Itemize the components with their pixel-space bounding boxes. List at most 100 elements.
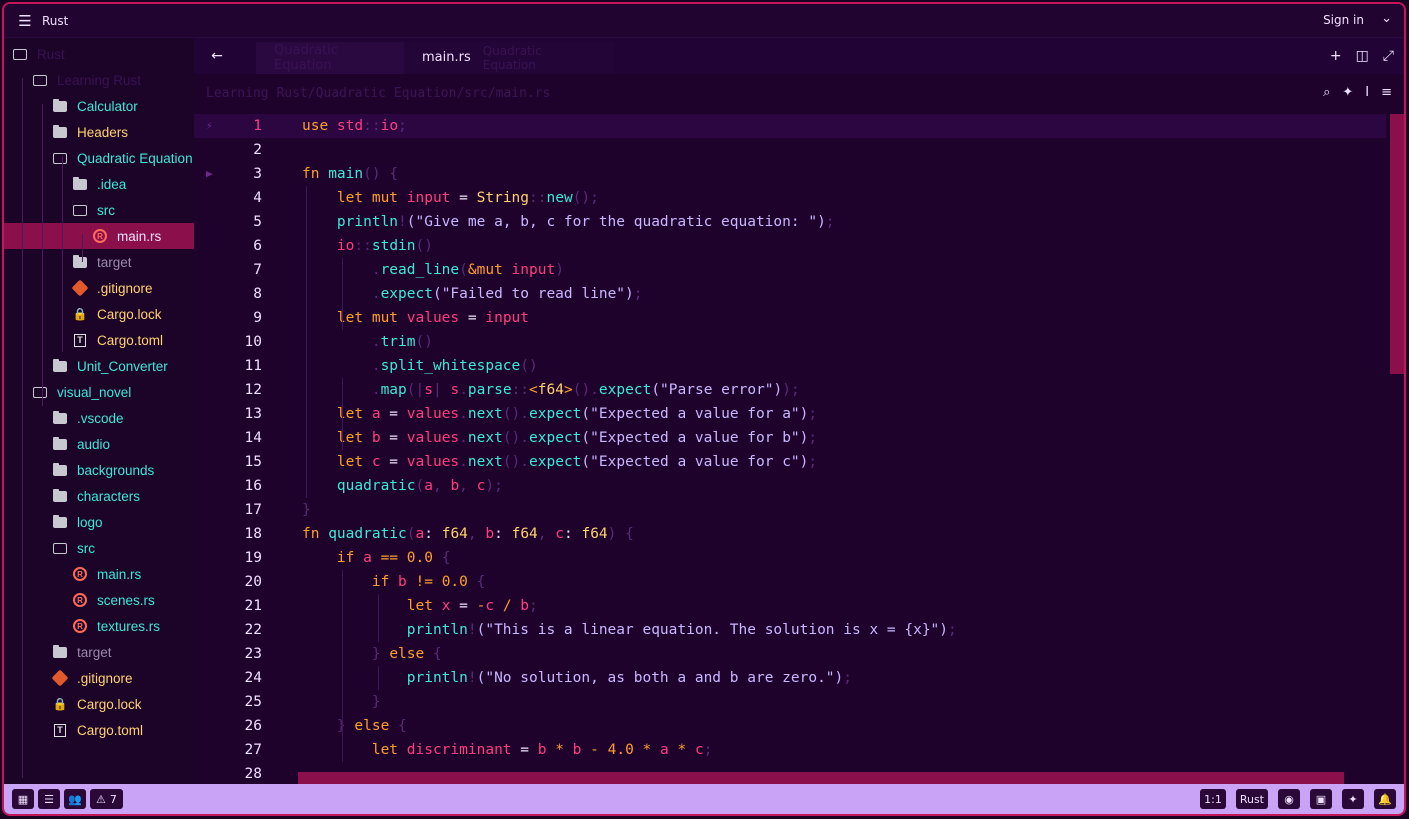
- code-line[interactable]: 3 ▶ fn main() {: [194, 162, 1386, 186]
- folder-icon: [53, 462, 67, 477]
- code-line[interactable]: 1 ⚡ use std::io;: [194, 114, 1386, 138]
- code-line[interactable]: 22 println!("This is a linear equation. …: [194, 618, 1386, 642]
- tree-item[interactable]: target: [4, 639, 194, 665]
- tree-item-label: textures.rs: [97, 618, 161, 634]
- code-line[interactable]: 19 if a == 0.0 {: [194, 546, 1386, 570]
- code-line[interactable]: 8 .expect("Failed to read line");: [194, 282, 1386, 306]
- tab-active[interactable]: main.rs Quadratic Equation: [404, 42, 614, 74]
- code-line[interactable]: 23 } else {: [194, 642, 1386, 666]
- tree-item[interactable]: src: [4, 535, 194, 561]
- notification-bell-icon[interactable]: 🔔: [1374, 789, 1396, 809]
- tree-item-label: main.rs: [97, 566, 142, 582]
- settings-sliders-icon[interactable]: ≡: [1381, 85, 1392, 100]
- collab-icon[interactable]: 👥: [64, 789, 86, 809]
- lightning-icon[interactable]: ⚡: [206, 114, 213, 138]
- tree-item[interactable]: Calculator: [4, 93, 194, 119]
- breadcrumb[interactable]: Learning Rust/Quadratic Equation/src/mai…: [206, 86, 550, 101]
- tree-item[interactable]: T Cargo.toml: [4, 717, 194, 743]
- maximize-icon[interactable]: ⤢: [1383, 48, 1394, 64]
- code-line[interactable]: 25 }: [194, 690, 1386, 714]
- vertical-scrollbar[interactable]: [1390, 114, 1404, 374]
- tree-item[interactable]: Unit_Converter: [4, 353, 194, 379]
- code-text: quadratic(a, b, c);: [302, 474, 503, 498]
- split-pane-icon[interactable]: ◫: [1356, 48, 1369, 64]
- code-line[interactable]: 17}: [194, 498, 1386, 522]
- tree-item[interactable]: .gitignore: [4, 275, 194, 301]
- tree-item[interactable]: Rmain.rs: [4, 223, 194, 249]
- code-line[interactable]: 20 if b != 0.0 {: [194, 570, 1386, 594]
- chevron-down-icon[interactable]: ⌄: [1381, 11, 1392, 26]
- workspace-icon[interactable]: ▦: [12, 789, 34, 809]
- tree-item[interactable]: characters: [4, 483, 194, 509]
- folder-icon: [53, 488, 67, 503]
- tree-item[interactable]: Rmain.rs: [4, 561, 194, 587]
- tab-inactive[interactable]: Quadratic Equation: [256, 42, 404, 74]
- tree-item[interactable]: target: [4, 249, 194, 275]
- code-line[interactable]: 14 let b = values.next().expect("Expecte…: [194, 426, 1386, 450]
- code-line[interactable]: 21 let x = -c / b;: [194, 594, 1386, 618]
- project-name[interactable]: Rust: [42, 14, 68, 28]
- tree-item[interactable]: .vscode: [4, 405, 194, 431]
- outline-icon[interactable]: ☰: [38, 789, 60, 809]
- token: <: [529, 382, 538, 398]
- code-line[interactable]: 10 .trim(): [194, 330, 1386, 354]
- tree-item[interactable]: T Cargo.toml: [4, 327, 194, 353]
- token: a: [424, 478, 433, 494]
- token: input: [485, 310, 530, 326]
- assistant-icon[interactable]: ✦: [1342, 85, 1353, 100]
- terminal-icon[interactable]: ▣: [1310, 789, 1332, 809]
- back-arrow-icon[interactable]: ←: [202, 48, 232, 64]
- code-line[interactable]: 4 let mut input = String::new();: [194, 186, 1386, 210]
- tree-item[interactable]: backgrounds: [4, 457, 194, 483]
- language-selector[interactable]: Rust: [1235, 789, 1268, 809]
- tree-item[interactable]: Quadratic Equation: [4, 145, 194, 171]
- sign-in-button[interactable]: Sign in: [1323, 13, 1364, 27]
- code-line[interactable]: 6 io::stdin(): [194, 234, 1386, 258]
- tree-item[interactable]: 🔒 Cargo.lock: [4, 691, 194, 717]
- tree-item[interactable]: src: [4, 197, 194, 223]
- tree-item[interactable]: audio: [4, 431, 194, 457]
- tree-item[interactable]: visual_novel: [4, 379, 194, 405]
- menu-icon[interactable]: ☰: [14, 10, 36, 32]
- code-line[interactable]: 16 quadratic(a, b, c);: [194, 474, 1386, 498]
- code-line[interactable]: 12 .map(|s| s.parse::<f64>().expect("Par…: [194, 378, 1386, 402]
- token: values: [406, 454, 460, 470]
- code-line[interactable]: 24 println!("No solution, as both a and …: [194, 666, 1386, 690]
- tree-item[interactable]: 🔒 Cargo.lock: [4, 301, 194, 327]
- tree-item[interactable]: logo: [4, 509, 194, 535]
- search-icon[interactable]: ⌕: [1323, 85, 1330, 100]
- code-line[interactable]: 13 let a = values.next().expect("Expecte…: [194, 402, 1386, 426]
- code-line[interactable]: 11 .split_whitespace(): [194, 354, 1386, 378]
- tree-item[interactable]: Rust: [4, 41, 194, 67]
- code-line[interactable]: 7 .read_line(&mut input): [194, 258, 1386, 282]
- diagnostics-button[interactable]: ⚠ 7: [90, 789, 123, 809]
- tree-item[interactable]: Learning Rust: [4, 67, 194, 93]
- tree-item[interactable]: Rtextures.rs: [4, 613, 194, 639]
- folder-open-icon: [73, 203, 87, 217]
- cursor-position[interactable]: 1:1: [1200, 789, 1226, 809]
- tree-item[interactable]: Headers: [4, 119, 194, 145]
- token: =: [380, 406, 407, 422]
- code-line[interactable]: 5 println!("Give me a, b, c for the quad…: [194, 210, 1386, 234]
- ai-icon[interactable]: ✦: [1342, 789, 1364, 809]
- code-line[interactable]: 9 let mut values = input: [194, 306, 1386, 330]
- code-line[interactable]: 27 let discriminant = b * b - 4.0 * a * …: [194, 738, 1386, 762]
- code-line[interactable]: 26 } else {: [194, 714, 1386, 738]
- copilot-icon[interactable]: ◉: [1278, 789, 1300, 809]
- code-line[interactable]: 18 fn quadratic(a: f64, b: f64, c: f64) {: [194, 522, 1386, 546]
- code-line[interactable]: 15 let c = values.next().expect("Expecte…: [194, 450, 1386, 474]
- tree-item[interactable]: Rscenes.rs: [4, 587, 194, 613]
- code-line[interactable]: 2: [194, 138, 1386, 162]
- plus-icon[interactable]: +: [1330, 48, 1342, 64]
- tree-item[interactable]: .idea: [4, 171, 194, 197]
- run-icon[interactable]: ▶: [206, 162, 213, 186]
- tree-item[interactable]: .gitignore: [4, 665, 194, 691]
- tree-item-label: src: [97, 202, 115, 218]
- horizontal-scrollbar[interactable]: [298, 772, 1344, 784]
- token: ==: [371, 550, 407, 566]
- cursor-icon[interactable]: I: [1365, 85, 1369, 100]
- code-area[interactable]: 1 ⚡ use std::io; 2 3 ▶ fn main() {4 let mut in…: [194, 114, 1386, 784]
